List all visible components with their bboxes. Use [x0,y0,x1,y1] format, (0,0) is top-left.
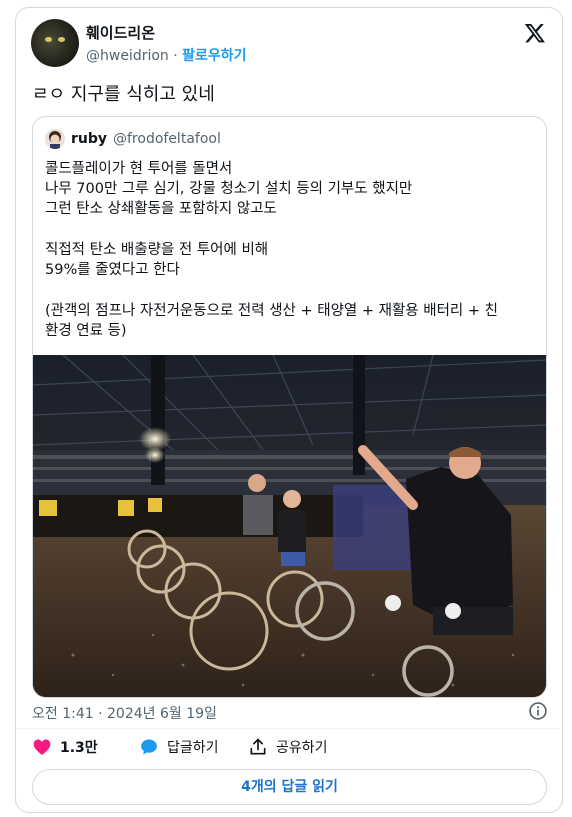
author-handle[interactable]: @hweidrion [86,48,169,64]
quote-text-line: 나무 700만 그루 심기, 강물 청소기 설치 등의 기부도 했지만 [45,181,413,197]
like-button[interactable]: 1.3만 [32,736,98,758]
quote-author-avatar[interactable] [45,129,65,149]
tweet-time: 오전 1:41 [32,706,94,722]
avatar-eye-right [58,37,65,42]
tweet-date: 2024년 6월 19일 [107,706,217,722]
action-bar: 1.3만 답글하기 공유하기 [32,736,532,758]
follow-button[interactable]: 팔로우하기 [182,48,246,64]
reply-label: 답글하기 [167,740,219,756]
like-count: 1.3만 [60,740,98,756]
info-icon[interactable] [528,701,548,721]
quote-text-line: 환경 연료 등) [45,323,127,339]
share-button[interactable]: 공유하기 [248,736,328,758]
divider [16,728,562,729]
tweet-timestamp[interactable]: 오전 1:41 · 2024년 6월 19일 [32,703,217,723]
handle-separator: · [173,48,183,64]
quote-display-name[interactable]: ruby [71,131,107,147]
reply-button[interactable]: 답글하기 [139,736,219,758]
quoted-tweet[interactable]: ruby @frodofeltafool 콜드플레이가 현 투어를 돌면서 나무… [32,116,547,698]
tweet-card: 훼이드리온 @hweidrion · 팔로우하기 ㄹㅇ 지구를 식히고 있네 r… [15,7,563,813]
author-display-name[interactable]: 훼이드리온 [86,22,155,43]
read-replies-button[interactable]: 4개의 답글 읽기 [32,769,547,805]
author-handle-row: @hweidrion · 팔로우하기 [86,45,247,65]
reply-bubble-icon [141,739,157,755]
quote-text-line: 직접적 탄소 배출량을 전 투어에 비해 [45,242,269,258]
share-icon [250,738,266,755]
timestamp-separator: · [98,706,103,722]
quote-text-line: 59%를 줄였다고 한다 [45,262,180,278]
quote-text-line: (관객의 점프나 자전거운동으로 전력 생산 + 태양열 + 재활용 배터리 +… [45,303,498,319]
quote-photo[interactable] [33,355,546,697]
quote-text-line: 그런 탄소 상쇄활동을 포함하지 않고도 [45,201,277,217]
quote-handle[interactable]: @frodofeltafool [113,131,221,147]
heart-icon [33,739,51,755]
tweet-text: ㄹㅇ 지구를 식히고 있네 [32,84,215,105]
author-avatar[interactable] [31,19,79,67]
quote-avatar-image [49,131,61,149]
share-label: 공유하기 [276,740,328,756]
avatar-eye-left [45,37,52,42]
x-logo-icon[interactable] [524,22,546,44]
quote-text-line: 콜드플레이가 현 투어를 돌면서 [45,161,233,177]
